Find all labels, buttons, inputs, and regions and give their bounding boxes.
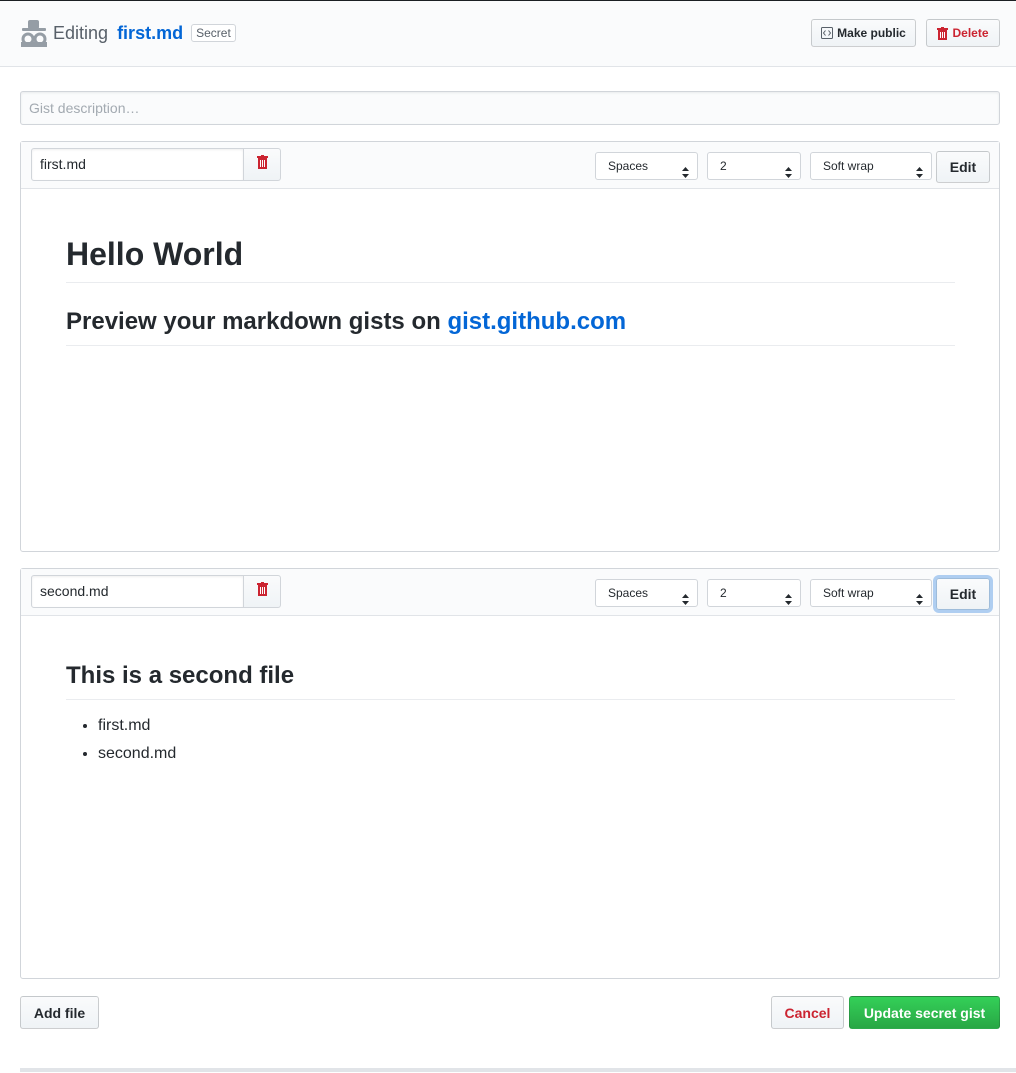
- trash-icon: [937, 26, 949, 40]
- indent-mode-select[interactable]: Spaces: [595, 152, 698, 180]
- preview-list: first.md second.md: [66, 716, 955, 764]
- preview-heading-text: Preview your markdown gists on: [66, 308, 448, 335]
- filename-input[interactable]: first.md: [31, 148, 244, 181]
- select-caret-icon: [916, 161, 923, 178]
- preview-heading-2: This is a second file: [66, 661, 955, 700]
- preview-heading-2: Preview your markdown gists on gist.gith…: [66, 307, 955, 346]
- indent-size-value: 2: [720, 159, 727, 173]
- incognito-icon: [19, 19, 49, 49]
- indent-size-select[interactable]: 2: [707, 579, 801, 607]
- delete-label: Delete: [952, 26, 989, 40]
- edit-button[interactable]: Edit: [936, 578, 990, 610]
- gist-file-link[interactable]: first.md: [117, 23, 183, 43]
- add-file-button[interactable]: Add file: [20, 996, 99, 1029]
- remove-file-button[interactable]: [243, 575, 281, 608]
- delete-gist-button[interactable]: Delete: [926, 19, 1000, 47]
- trash-icon: [256, 582, 268, 601]
- file-editor: second.md Spaces 2 Soft wrap Edit This i…: [20, 568, 1000, 979]
- list-item: first.md: [98, 716, 955, 736]
- markdown-preview: Hello World Preview your markdown gists …: [66, 234, 955, 346]
- trash-icon: [256, 155, 268, 174]
- update-secret-gist-button[interactable]: Update secret gist: [849, 996, 1000, 1029]
- select-caret-icon: [785, 161, 792, 178]
- make-public-button[interactable]: Make public: [811, 19, 916, 47]
- indent-size-select[interactable]: 2: [707, 152, 801, 180]
- gist-description-input[interactable]: Gist description…: [20, 91, 1000, 125]
- remove-file-button[interactable]: [243, 148, 281, 181]
- make-public-label: Make public: [837, 26, 906, 40]
- indent-mode-select[interactable]: Spaces: [595, 579, 698, 607]
- file-header: first.md Spaces 2 Soft wrap Edit: [21, 142, 999, 189]
- indent-mode-value: Spaces: [608, 586, 649, 600]
- preview-link[interactable]: gist.github.com: [447, 308, 626, 335]
- secret-badge: Secret: [191, 24, 236, 42]
- select-caret-icon: [916, 588, 923, 605]
- markdown-preview: This is a second file first.md second.md: [66, 661, 955, 772]
- bottom-divider: [20, 1068, 1016, 1072]
- cancel-button[interactable]: Cancel: [771, 996, 844, 1029]
- indent-mode-value: Spaces: [608, 159, 649, 173]
- list-item: second.md: [98, 744, 955, 764]
- code-file-icon: [821, 27, 834, 39]
- gist-header: Editing first.md Secret Make public Dele…: [0, 1, 1016, 67]
- select-caret-icon: [682, 588, 689, 605]
- wrap-mode-select[interactable]: Soft wrap: [810, 579, 932, 607]
- file-editor: first.md Spaces 2 Soft wrap Edit Hello W…: [20, 141, 1000, 552]
- description-placeholder: Gist description…: [29, 100, 140, 116]
- page-title: Editing first.md Secret: [53, 21, 236, 45]
- edit-button[interactable]: Edit: [936, 151, 990, 183]
- editing-label: Editing: [53, 23, 109, 43]
- filename-input[interactable]: second.md: [31, 575, 244, 608]
- indent-size-value: 2: [720, 586, 727, 600]
- wrap-mode-value: Soft wrap: [823, 586, 874, 600]
- file-header: second.md Spaces 2 Soft wrap Edit: [21, 569, 999, 616]
- preview-heading-1: Hello World: [66, 234, 955, 283]
- wrap-mode-value: Soft wrap: [823, 159, 874, 173]
- select-caret-icon: [682, 161, 689, 178]
- select-caret-icon: [785, 588, 792, 605]
- wrap-mode-select[interactable]: Soft wrap: [810, 152, 932, 180]
